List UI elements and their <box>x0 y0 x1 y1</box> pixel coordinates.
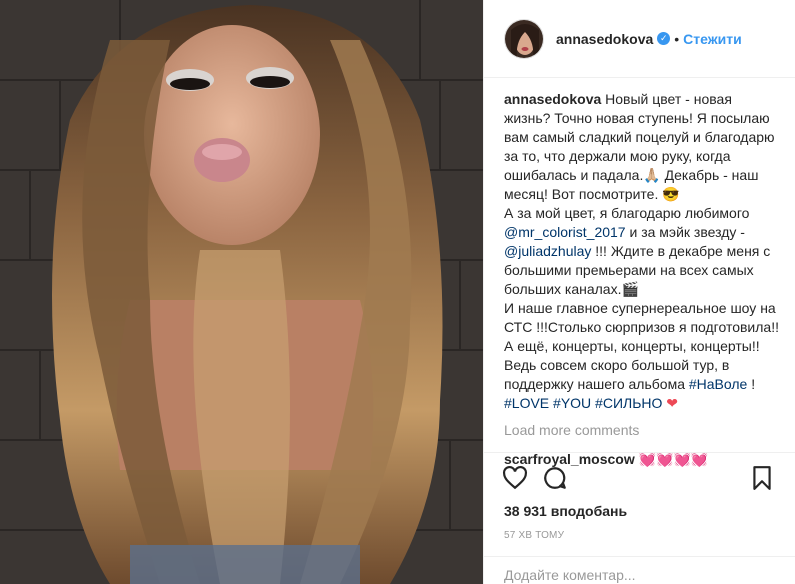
caption-author-link[interactable]: annasedokova <box>504 91 601 107</box>
post-actions: 38 931 вподобань 57 ХВ ТОМУ <box>484 452 795 584</box>
comments-section: annasedokova Новый цвет - новая жизнь? Т… <box>504 90 781 469</box>
post-photo[interactable] <box>0 0 483 584</box>
caption-text: Новый цвет - новая жизнь? Точно новая ст… <box>504 91 775 221</box>
bookmark-icon[interactable] <box>749 465 777 493</box>
hashtag-link[interactable]: #СИЛЬНО <box>595 395 662 411</box>
hashtag-link[interactable]: #НаВоле <box>689 376 747 392</box>
verified-badge-icon: ✓ <box>657 32 671 45</box>
caption-text: ! <box>751 376 756 392</box>
instagram-post: annasedokova ✓ • Стежити annasedokova Но… <box>0 0 795 584</box>
add-comment-bar <box>484 556 795 584</box>
heart-icon[interactable] <box>502 465 530 493</box>
load-more-comments-button[interactable]: Load more comments <box>504 421 781 440</box>
add-comment-input[interactable] <box>504 567 754 583</box>
mention-link[interactable]: @mr_colorist_2017 <box>504 224 626 240</box>
comment-icon[interactable] <box>542 465 570 493</box>
likes-count[interactable]: 38 931 вподобань <box>504 503 627 519</box>
post-header: annasedokova ✓ • Стежити <box>484 0 795 78</box>
action-icons <box>502 465 777 493</box>
heart-emoji: ❤ <box>666 395 679 411</box>
caption: annasedokova Новый цвет - новая жизнь? Т… <box>504 90 781 413</box>
mention-link[interactable]: @juliadzhulay <box>504 243 591 259</box>
follow-button[interactable]: Стежити <box>683 31 742 47</box>
post-side-panel: annasedokova ✓ • Стежити annasedokova Но… <box>483 0 795 584</box>
separator-dot: • <box>674 30 680 47</box>
hashtag-link[interactable]: #YOU <box>553 395 591 411</box>
caption-text: и за мэйк звезду - <box>625 224 745 240</box>
avatar[interactable] <box>504 18 544 59</box>
caption-text: !!! Ждите в декабре меня с большими прем… <box>504 243 779 392</box>
post-timestamp[interactable]: 57 ХВ ТОМУ <box>504 530 564 541</box>
hashtag-link[interactable]: #LOVE <box>504 395 549 411</box>
username-link[interactable]: annasedokova <box>556 31 653 47</box>
